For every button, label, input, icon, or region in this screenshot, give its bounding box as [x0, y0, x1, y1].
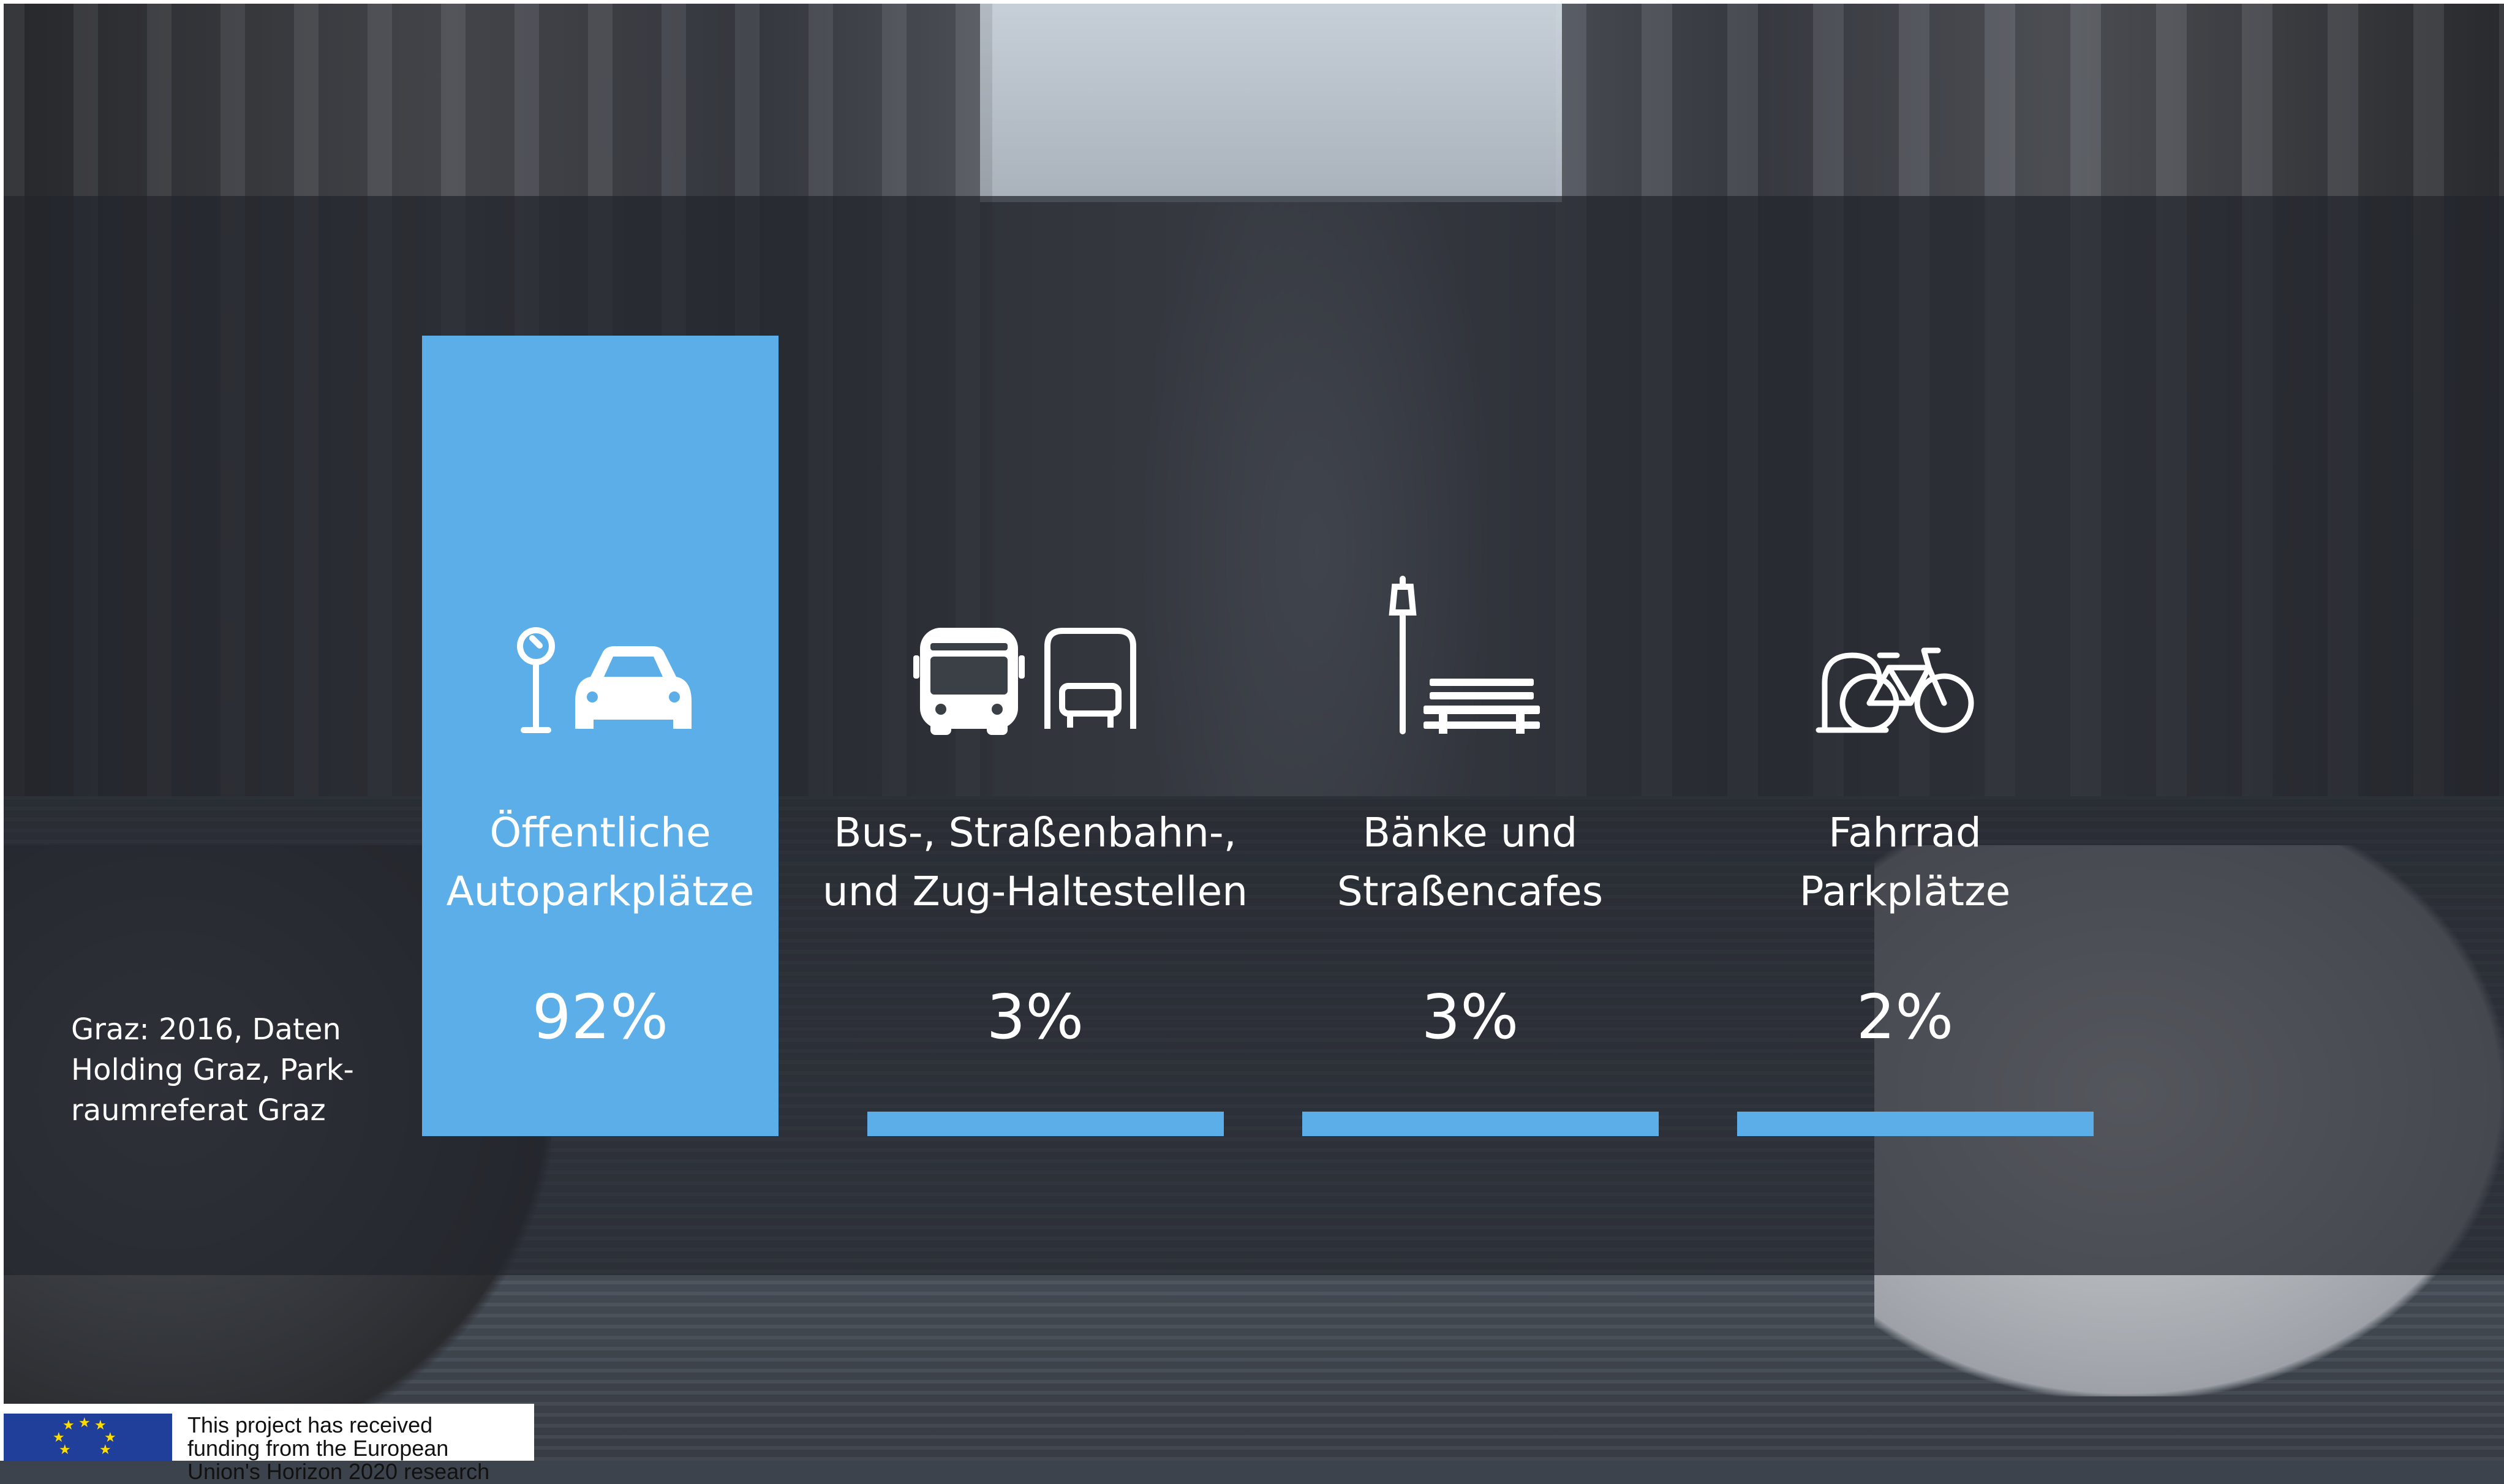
bicycle-parking-icon: [1727, 570, 2083, 753]
frame-border-top: [0, 0, 2504, 4]
category-label: Öffentliche Autoparkplätze: [446, 809, 755, 915]
category-label: Bänke und Straßencafes: [1337, 809, 1604, 915]
funding-text: This project has received funding from t…: [187, 1412, 490, 1484]
category-oeffentliche-autoparkplaetze: Öffentliche Autoparkplätze 92%: [422, 0, 779, 1461]
eu-flag-icon: ★ ★ ★ ★ ★ ★ ★: [4, 1414, 172, 1461]
value-label: 92%: [532, 981, 669, 1053]
value-label: 3%: [986, 981, 1084, 1053]
value-label: 3%: [1421, 981, 1519, 1053]
source-note: Graz: 2016, Daten Holding Graz, Park- ra…: [71, 1012, 354, 1128]
bus-tram-icon: [857, 570, 1213, 753]
category-fahrrad-parkplaetze: Fahrrad Parkplätze 2%: [1727, 0, 2083, 1461]
frame-border-left: [0, 0, 4, 1461]
category-label: Bus-, Straßenbahn-, und Zug-Haltestellen: [822, 809, 1248, 915]
svg-text:★: ★: [59, 1442, 71, 1458]
parking-meter-car-icon: [422, 570, 779, 753]
category-haltestellen: Bus-, Straßenbahn-, und Zug-Haltestellen…: [823, 0, 1248, 1461]
svg-text:★: ★: [78, 1415, 91, 1431]
streetlamp-bench-icon: [1292, 570, 1648, 753]
value-label: 2%: [1856, 981, 1954, 1053]
funding-notice: ★ ★ ★ ★ ★ ★ ★ This project has received …: [4, 1404, 534, 1483]
svg-text:★: ★: [99, 1442, 111, 1458]
category-label: Fahrrad Parkplätze: [1799, 809, 2011, 915]
category-baenke-strassencafes: Bänke und Straßencafes 3%: [1292, 0, 1648, 1461]
